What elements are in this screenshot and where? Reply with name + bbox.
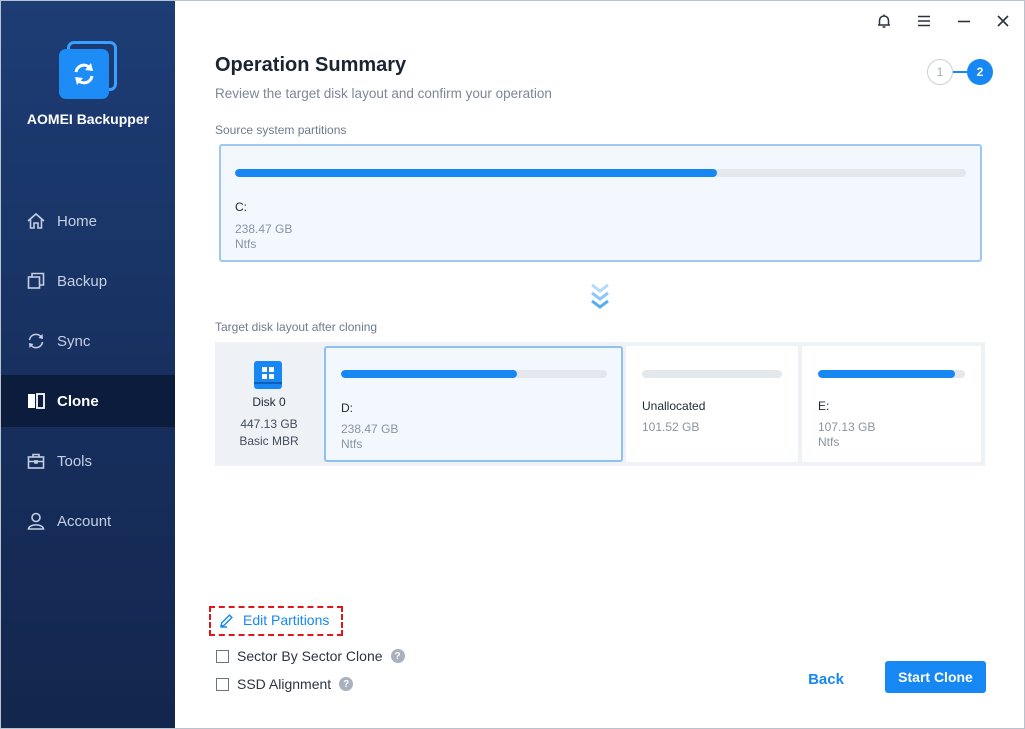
ssd-alignment-option: SSD Alignment ? xyxy=(216,676,354,692)
sidebar-item-label: Sync xyxy=(57,332,91,350)
page-title: Operation Summary xyxy=(215,54,407,76)
sidebar-item-label: Home xyxy=(57,212,98,230)
partition-size: 107.13 GB xyxy=(818,420,876,434)
bell-icon[interactable] xyxy=(873,10,895,32)
partition-usage-bar xyxy=(642,370,782,378)
partition-name: Unallocated xyxy=(642,399,706,413)
sector-by-sector-option: Sector By Sector Clone ? xyxy=(216,648,405,664)
page-subtitle: Review the target disk layout and confir… xyxy=(215,86,552,101)
backup-icon xyxy=(25,270,47,292)
sidebar-item-label: Backup xyxy=(57,272,108,290)
source-partition-size: 238.47 GB xyxy=(235,222,293,236)
app-window: AOMEI Backupper Home Backup Sync Clone T… xyxy=(0,0,1025,729)
sync-arrows-icon xyxy=(59,49,109,99)
pencil-icon xyxy=(219,613,234,628)
disk-type: Basic MBR xyxy=(239,434,299,448)
sidebar-item-home[interactable]: Home xyxy=(1,195,175,247)
target-disk-info: Disk 0 447.13 GB Basic MBR xyxy=(215,342,323,466)
step-connector xyxy=(953,71,967,73)
partition-usage-fill xyxy=(341,370,517,378)
back-button[interactable]: Back xyxy=(791,666,861,692)
target-section-label: Target disk layout after cloning xyxy=(215,320,378,334)
partition-usage-bar xyxy=(818,370,965,378)
sidebar-item-clone[interactable]: Clone xyxy=(1,375,175,427)
source-partition-name: C: xyxy=(235,200,247,214)
source-section-label: Source system partitions xyxy=(215,123,347,137)
partition-name: D: xyxy=(341,401,353,415)
source-usage-fill xyxy=(235,169,718,177)
step-1-indicator: 1 xyxy=(927,59,953,85)
tools-icon xyxy=(25,450,47,472)
app-name: AOMEI Backupper xyxy=(26,111,150,127)
home-icon xyxy=(25,210,47,232)
partition-size: 101.52 GB xyxy=(642,420,700,434)
sector-by-sector-label: Sector By Sector Clone xyxy=(237,648,383,664)
partition-usage-bar xyxy=(341,370,607,378)
disk-icon xyxy=(253,360,283,395)
step-2-indicator: 2 xyxy=(967,59,993,85)
sidebar-item-label: Clone xyxy=(57,392,99,410)
target-partition-unallocated[interactable]: Unallocated 101.52 GB xyxy=(626,346,798,462)
start-clone-button[interactable]: Start Clone xyxy=(885,661,986,693)
help-icon[interactable]: ? xyxy=(390,649,405,663)
target-partition-e[interactable]: E: 107.13 GB Ntfs xyxy=(802,346,981,462)
sidebar-item-account[interactable]: Account xyxy=(1,495,175,547)
chevron-double-down-icon xyxy=(590,282,610,314)
sidebar-item-tools[interactable]: Tools xyxy=(1,435,175,487)
partition-name: E: xyxy=(818,399,830,413)
clone-icon xyxy=(25,390,47,412)
sync-icon xyxy=(25,330,47,352)
edit-partitions-label: Edit Partitions xyxy=(243,612,330,628)
ssd-alignment-checkbox[interactable] xyxy=(216,677,229,691)
source-partition-fs: Ntfs xyxy=(235,237,257,251)
sidebar: AOMEI Backupper Home Backup Sync Clone T… xyxy=(1,1,175,728)
sidebar-item-sync[interactable]: Sync xyxy=(1,315,175,367)
source-partition-card[interactable]: C: 238.47 GB Ntfs xyxy=(219,144,982,262)
account-icon xyxy=(25,510,47,532)
partition-fs: Ntfs xyxy=(818,435,840,449)
partition-size: 238.47 GB xyxy=(341,422,399,436)
edit-partitions-link[interactable]: Edit Partitions xyxy=(219,612,329,628)
partition-fs: Ntfs xyxy=(341,437,363,451)
source-usage-bar xyxy=(235,169,966,177)
ssd-alignment-label: SSD Alignment xyxy=(237,676,332,692)
app-logo xyxy=(59,41,117,99)
disk-size: 447.13 GB xyxy=(240,417,298,431)
sidebar-item-label: Account xyxy=(57,512,112,530)
sector-by-sector-checkbox[interactable] xyxy=(216,649,229,663)
disk-name: Disk 0 xyxy=(252,395,286,409)
sidebar-item-label: Tools xyxy=(57,452,93,470)
minimize-icon[interactable] xyxy=(953,10,975,32)
menu-icon[interactable] xyxy=(913,10,935,32)
sidebar-item-backup[interactable]: Backup xyxy=(1,255,175,307)
target-partition-d[interactable]: D: 238.47 GB Ntfs xyxy=(324,346,623,462)
close-icon[interactable] xyxy=(992,10,1014,32)
partition-usage-fill xyxy=(818,370,955,378)
help-icon[interactable]: ? xyxy=(339,677,354,691)
